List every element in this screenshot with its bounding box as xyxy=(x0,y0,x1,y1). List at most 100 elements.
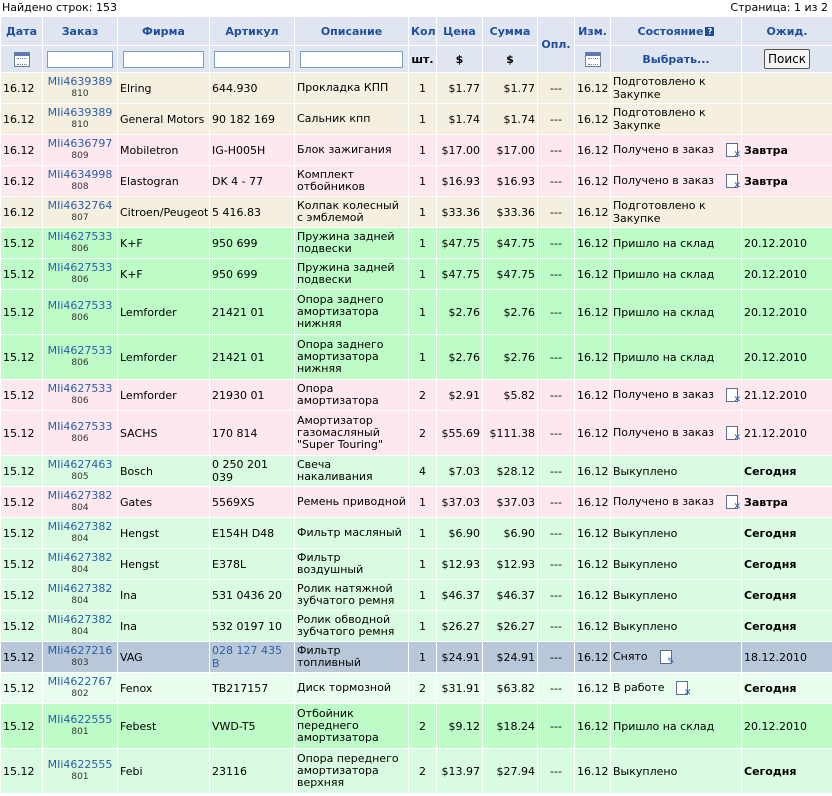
order-link[interactable]: MIi4639389 xyxy=(45,107,115,119)
row-description: Амортизатор газомасляный "Super Touring" xyxy=(294,410,409,456)
help-icon[interactable]: ? xyxy=(705,27,715,36)
cancel-document-icon[interactable] xyxy=(726,143,741,160)
table-row[interactable]: 16.12 MIi4639389 810 Elring 644.930 Прокладка… xyxy=(0,72,832,104)
row-expected: 20.12.2010 xyxy=(741,258,832,290)
brand-filter-input[interactable] xyxy=(122,50,205,68)
table-row[interactable]: 16.12 MIi4634998 808 Elastogran DK 4 - 77 Ком… xyxy=(0,165,832,197)
col-article-header[interactable]: Артикул xyxy=(209,16,295,46)
row-changed: 16.12 xyxy=(574,258,611,290)
row-sum: $28.12 xyxy=(482,455,538,487)
order-cell: MIi4627382 804 xyxy=(42,517,118,549)
order-link[interactable]: MIi4622555 xyxy=(45,759,115,771)
row-date: 16.12 xyxy=(0,196,43,228)
table-row[interactable]: 16.12 MIi4632764 807 Citroen/Peugeot 5 416.8… xyxy=(0,196,832,228)
cancel-document-icon[interactable] xyxy=(726,426,741,443)
table-row[interactable]: 15.12 MIi4627533 806 Lemforder 21930 01 Опора… xyxy=(0,379,832,411)
row-qty: 1 xyxy=(408,72,437,104)
order-link[interactable]: MIi4632764 xyxy=(45,200,115,212)
row-state-cell: Получено в заказ xyxy=(610,165,742,197)
row-state-cell: Пришло на склад xyxy=(610,703,742,749)
order-link[interactable]: MIi4639389 xyxy=(45,76,115,88)
search-button[interactable]: Поиск xyxy=(764,49,810,69)
col-qty-header[interactable]: Кол xyxy=(408,16,437,46)
order-link[interactable]: MIi4627382 xyxy=(45,552,115,564)
order-link[interactable]: MIi4627382 xyxy=(45,521,115,533)
row-changed: 16.12 xyxy=(574,196,611,228)
description-filter-input[interactable] xyxy=(300,50,403,68)
order-link[interactable]: MIi4627382 xyxy=(45,583,115,595)
row-article: 5569XS xyxy=(209,486,295,518)
order-sub-number: 805 xyxy=(71,472,89,482)
order-link[interactable]: MIi4627382 xyxy=(45,614,115,626)
col-state-header[interactable]: Состояние? xyxy=(610,16,742,46)
col-sum-header[interactable]: Сумма xyxy=(482,16,538,46)
col-expected-header[interactable]: Ожид. xyxy=(741,16,832,46)
order-link[interactable]: MIi4627463 xyxy=(45,459,115,471)
article-filter-input[interactable] xyxy=(214,50,290,68)
calendar-icon[interactable] xyxy=(13,51,30,67)
cancel-document-icon[interactable] xyxy=(726,495,741,512)
table-row[interactable]: 15.12 MIi4627533 806 SACHS 170 814 Амортизато… xyxy=(0,410,832,456)
order-link[interactable]: MIi4627533 xyxy=(45,345,115,357)
table-row[interactable]: 15.12 MIi4627382 804 Hengst E378L Фильтр возд… xyxy=(0,548,832,580)
edit-document-icon[interactable] xyxy=(659,650,675,667)
order-sub-number: 806 xyxy=(71,275,89,285)
row-brand: General Motors xyxy=(117,103,210,135)
row-state-cell: Выкуплено xyxy=(610,748,742,794)
row-price: $47.75 xyxy=(436,258,483,290)
col-price-header[interactable]: Цена xyxy=(436,16,483,46)
order-link[interactable]: MIi4636797 xyxy=(45,138,115,150)
row-changed: 16.12 xyxy=(574,748,611,794)
cancel-document-icon[interactable] xyxy=(726,174,741,191)
table-row[interactable]: 16.12 MIi4639389 810 General Motors 90 182 1… xyxy=(0,103,832,135)
table-row[interactable]: 15.12 MIi4622555 801 Febi 23116 Опора передне… xyxy=(0,748,832,794)
order-link[interactable]: MIi4627533 xyxy=(45,421,115,433)
order-link[interactable]: MIi4627533 xyxy=(45,300,115,312)
row-qty: 1 xyxy=(408,486,437,518)
row-changed: 16.12 xyxy=(574,334,611,380)
table-row[interactable]: 15.12 MIi4627382 804 Ina 532 0197 10 Ролик об… xyxy=(0,610,832,642)
col-brand-header[interactable]: Фирма xyxy=(117,16,210,46)
order-filter-input[interactable] xyxy=(47,50,113,68)
table-row[interactable]: 15.12 MIi4627382 804 Gates 5569XS Ремень прив… xyxy=(0,486,832,518)
col-changed-header[interactable]: Изм. xyxy=(574,16,611,46)
table-row[interactable]: 15.12 MIi4622767 802 Fenox TB217157 Диск торм… xyxy=(0,672,832,704)
state-select[interactable]: Выбрать... xyxy=(610,45,742,73)
cancel-document-icon[interactable] xyxy=(726,388,741,405)
table-row[interactable]: 15.12 MIi4627533 806 K+F 950 699 Пружина задн… xyxy=(0,258,832,290)
col-description-header[interactable]: Описание xyxy=(294,16,409,46)
order-link[interactable]: MIi4634998 xyxy=(45,169,115,181)
order-link[interactable]: MIi4627533 xyxy=(45,383,115,395)
row-price: $26.27 xyxy=(436,610,483,642)
calendar-icon[interactable] xyxy=(584,51,601,67)
col-paid-header[interactable]: Опл. xyxy=(537,16,575,73)
row-qty: 2 xyxy=(408,672,437,704)
order-link[interactable]: MIi4627533 xyxy=(45,231,115,243)
table-row[interactable]: 15.12 MIi4627533 806 K+F 950 699 Пружина задн… xyxy=(0,227,832,259)
row-article: 170 814 xyxy=(209,410,295,456)
table-row[interactable]: 15.12 MIi4622555 801 Febest VWD-T5 Отбойник п… xyxy=(0,703,832,749)
col-date-header[interactable]: Дата xyxy=(0,16,43,46)
row-brand: VAG xyxy=(117,641,210,673)
row-description: Фильтр топливный xyxy=(294,641,409,673)
row-paid: --- xyxy=(537,72,575,104)
table-row[interactable]: 15.12 MIi4627533 806 Lemforder 21421 01 Опора… xyxy=(0,289,832,335)
table-row[interactable]: 16.12 MIi4636797 809 Mobiletron IG-H005H Блок… xyxy=(0,134,832,166)
price-unit: $ xyxy=(436,45,483,73)
order-link[interactable]: MIi4622767 xyxy=(45,676,115,688)
row-article[interactable]: 028 127 435 B xyxy=(209,641,295,673)
order-link[interactable]: MIi4622555 xyxy=(45,714,115,726)
row-paid: --- xyxy=(537,641,575,673)
row-article: E378L xyxy=(209,548,295,580)
table-row[interactable]: 15.12 MIi4627533 806 Lemforder 21421 01 Опора… xyxy=(0,334,832,380)
table-row[interactable]: 15.12 MIi4627382 804 Hengst E154H D48 Фильтр … xyxy=(0,517,832,549)
table-row[interactable]: 15.12 MIi4627382 804 Ina 531 0436 20 Ролик на… xyxy=(0,579,832,611)
col-order-header[interactable]: Заказ xyxy=(42,16,118,46)
table-row[interactable]: 15.12 MIi4627463 805 Bosch 0 250 201 039 Свеч… xyxy=(0,455,832,487)
table-row[interactable]: 15.12 MIi4627216 803 VAG 028 127 435 B Фильтр… xyxy=(0,641,832,673)
order-link[interactable]: MIi4627382 xyxy=(45,490,115,502)
cancel-document-icon[interactable] xyxy=(676,681,691,698)
order-link[interactable]: MIi4627216 xyxy=(45,645,115,657)
order-link[interactable]: MIi4627533 xyxy=(45,262,115,274)
row-qty: 2 xyxy=(408,410,437,456)
